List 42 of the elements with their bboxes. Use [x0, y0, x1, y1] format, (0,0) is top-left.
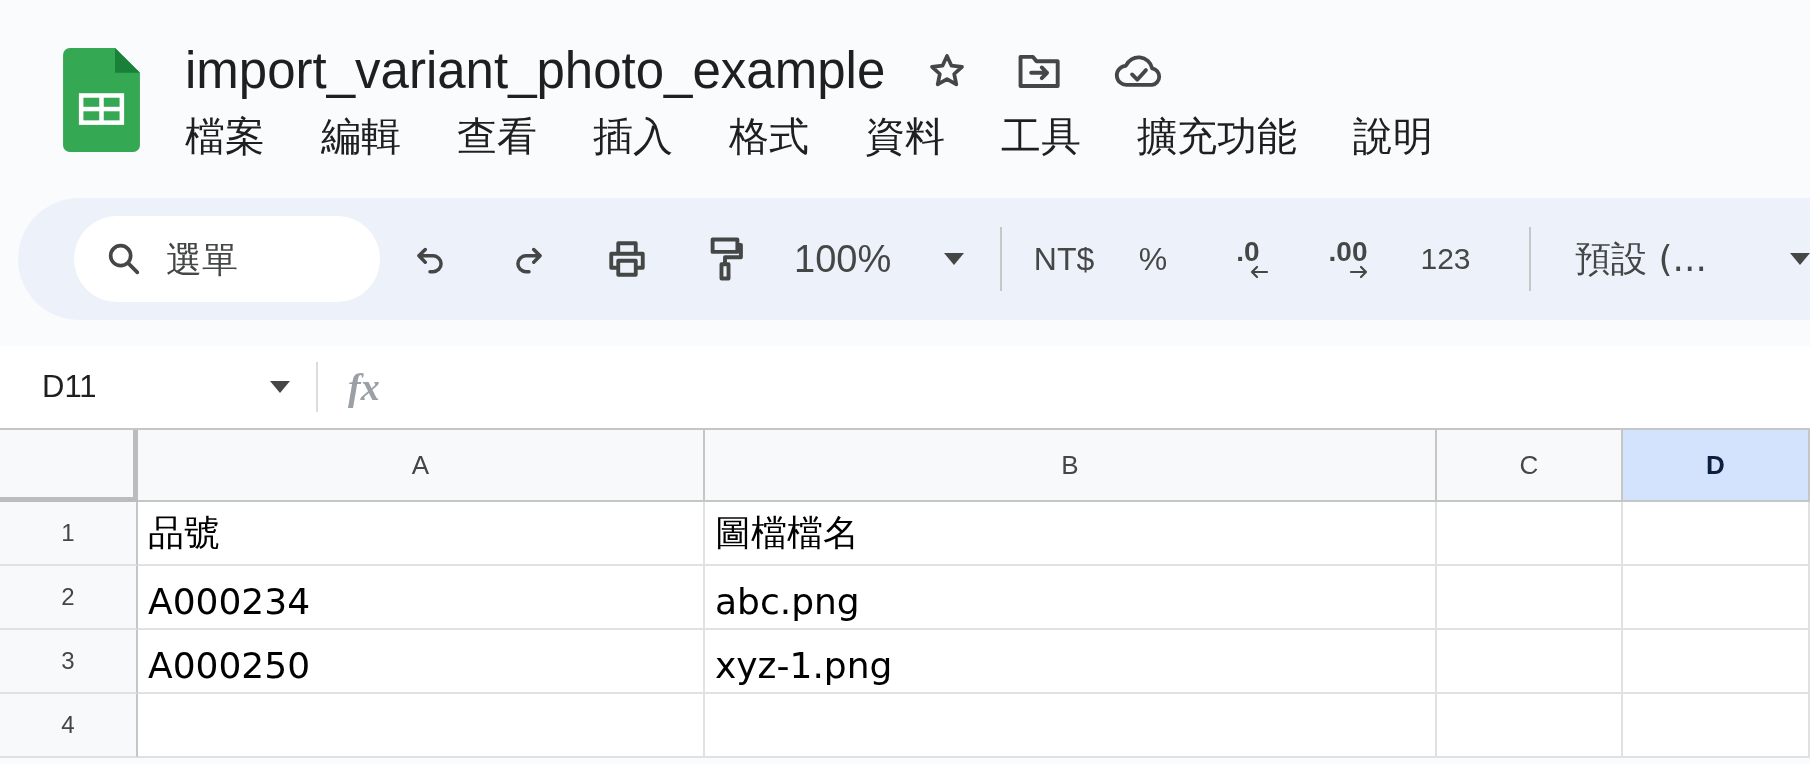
printer-icon[interactable] [606, 238, 648, 280]
search-bar[interactable]: 選單 [74, 216, 380, 302]
column-header[interactable]: D [1623, 430, 1810, 502]
table-cell: 品號 [138, 502, 705, 566]
column-header[interactable]: B [705, 430, 1437, 502]
caret-icon [1790, 253, 1810, 265]
row-header[interactable]: 2 [0, 566, 138, 630]
column-header[interactable]: A [138, 430, 705, 502]
table-cell: A000234 [138, 566, 705, 630]
row-header[interactable]: 3 [0, 630, 138, 694]
caret-icon [944, 253, 964, 265]
menu-item[interactable]: 擴充功能 [1137, 112, 1297, 160]
decrease-decimals-button[interactable]: .0 [1198, 229, 1298, 289]
spreadsheet-logo-icon[interactable] [63, 48, 140, 152]
caret-icon [270, 381, 290, 393]
menu-item[interactable]: 工具 [1001, 112, 1081, 160]
left-arrow-icon [1249, 265, 1269, 279]
table-cell: xyz-1.png [705, 630, 1437, 694]
number-format-button[interactable]: 123 [1398, 242, 1493, 276]
table-cell: A000250 [138, 630, 705, 694]
menu-item[interactable]: 檔案 [185, 112, 265, 160]
column-header[interactable]: C [1437, 430, 1623, 502]
name-box[interactable]: D11 [42, 369, 290, 405]
row-header[interactable]: 4 [0, 694, 138, 758]
zoom-dropdown[interactable]: 100% [794, 237, 964, 281]
menu-item[interactable]: 格式 [729, 112, 809, 160]
menu-item[interactable]: 查看 [457, 112, 537, 160]
menu-item[interactable]: 編輯 [321, 112, 401, 160]
corner-cell[interactable] [0, 430, 138, 502]
percent-button[interactable]: % [1108, 240, 1198, 278]
font-dropdown[interactable]: 預設 (... [1567, 234, 1810, 284]
table-cell: 圖檔檔名 [705, 502, 1437, 566]
menu-item[interactable]: 插入 [593, 112, 673, 160]
formula-label: fx [348, 365, 380, 409]
menu-item[interactable]: 說明 [1353, 112, 1433, 160]
menu-item[interactable]: 資料 [865, 112, 945, 160]
increase-decimals-button[interactable]: .00 [1298, 229, 1398, 289]
currency-button[interactable]: NT$ [1020, 240, 1108, 278]
row-header[interactable]: 1 [0, 502, 138, 566]
right-arrow-icon [1349, 265, 1369, 279]
table-cell: abc.png [705, 566, 1437, 630]
search-input[interactable]: 選單 [164, 237, 348, 281]
